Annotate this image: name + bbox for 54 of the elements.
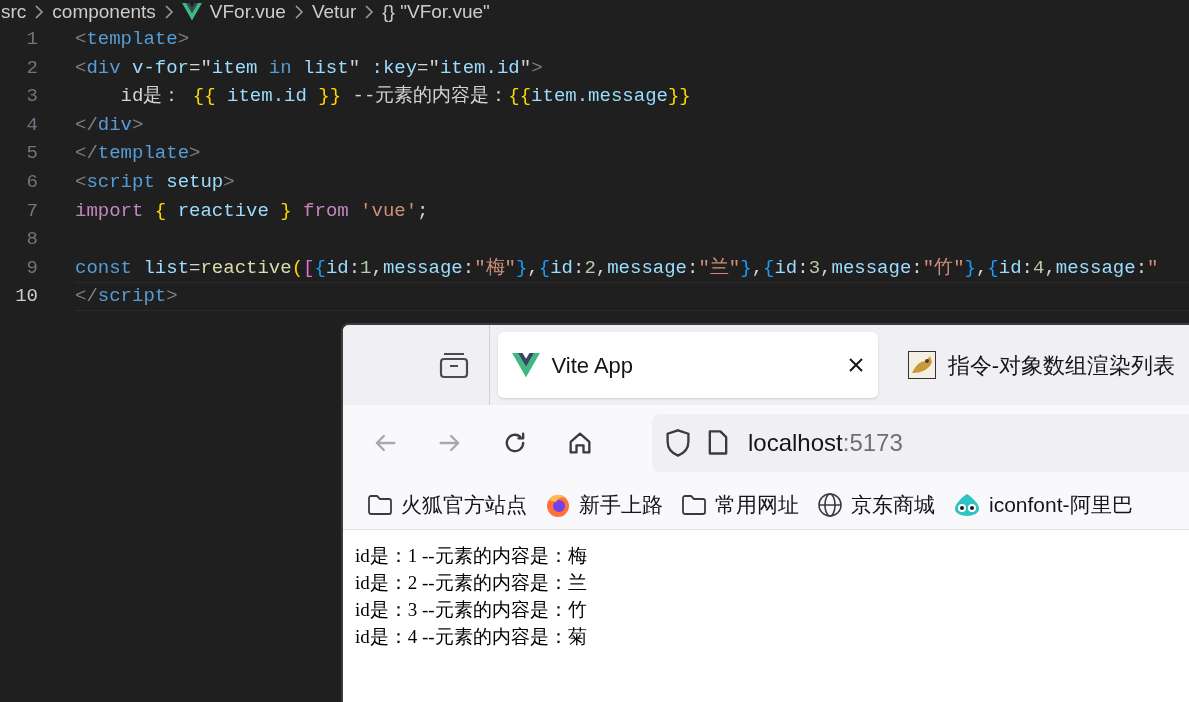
list-item-text: id是：1 --元素的内容是：梅	[355, 544, 587, 568]
tab-title: Vite App	[551, 351, 635, 380]
line-number: 4	[25, 112, 38, 138]
code-line: <template>	[75, 27, 190, 53]
code-line: id是： {{ item.id }} --元素的内容是：{{item.message}}	[119, 84, 691, 110]
chevron-icon	[34, 5, 45, 19]
breadcrumb-item[interactable]: {} "VFor.vue"	[382, 0, 490, 27]
list-item-text: id是：2 --元素的内容是：兰	[355, 571, 587, 595]
line-number: 10	[14, 284, 38, 310]
breadcrumb-item[interactable]: src	[1, 0, 27, 27]
breadcrumb-item[interactable]: VFor.vue	[209, 0, 286, 27]
bookmark[interactable]: 京东商城	[817, 488, 935, 521]
bookmark[interactable]: 火狐官方站点	[367, 488, 527, 521]
line-number: 8	[25, 227, 38, 253]
browser-tab[interactable]: 指令-对象数组渲染列表	[893, 332, 1189, 398]
shield-icon[interactable]	[664, 427, 692, 458]
folder-icon	[367, 493, 393, 516]
code-line: const list=reactive([{id:1,message:"梅"},{id:2,message:"兰"},{id:3,message:"竹"},{id:4,message:"	[75, 255, 1159, 281]
line-number: 5	[25, 141, 38, 167]
bookmark[interactable]: 新手上路	[545, 488, 663, 521]
breadcrumb-item[interactable]: components	[52, 0, 156, 27]
url-text: localhost:5173	[748, 427, 903, 458]
list-item-text: id是：3 --元素的内容是：竹	[355, 598, 587, 622]
bookmark[interactable]: 常用网址	[681, 488, 799, 521]
browser-tab[interactable]: Vite App	[497, 332, 878, 398]
favicon-icon	[907, 351, 936, 379]
code-line: <div v-for="item in list" :key="item.id">	[75, 55, 543, 81]
code-line: </template>	[75, 141, 201, 167]
address-bar[interactable]: localhost:5173	[652, 413, 1189, 472]
vue-icon	[181, 3, 202, 21]
globe-icon	[817, 491, 843, 518]
bookmark[interactable]: iconfont-阿里巴	[953, 488, 1133, 521]
code-line: import { reactive } from 'vue';	[75, 198, 429, 224]
code-line: </div>	[75, 112, 144, 138]
close-icon[interactable]	[847, 357, 864, 373]
chevron-icon	[293, 5, 304, 19]
code-line: </script>	[75, 284, 178, 310]
mascot-icon	[953, 491, 981, 518]
line-number: 9	[25, 255, 38, 281]
vue-icon	[511, 352, 540, 378]
breadcrumb-item[interactable]: Vetur	[311, 0, 357, 27]
tab-title: 指令-对象数组渲染列表	[947, 351, 1175, 380]
line-number: 6	[25, 170, 38, 195]
line-number: 7	[25, 198, 38, 224]
list-item-text: id是：4 --元素的内容是：菊	[355, 625, 587, 649]
chevron-icon	[364, 5, 375, 19]
line-number: 1	[25, 27, 38, 53]
code-line: <script setup>	[75, 170, 235, 195]
chevron-icon	[163, 5, 174, 19]
folder-icon	[681, 493, 707, 516]
tabs-icon	[438, 351, 469, 379]
line-number: 3	[25, 84, 38, 110]
line-number: 2	[25, 55, 38, 81]
page-icon	[706, 428, 730, 457]
